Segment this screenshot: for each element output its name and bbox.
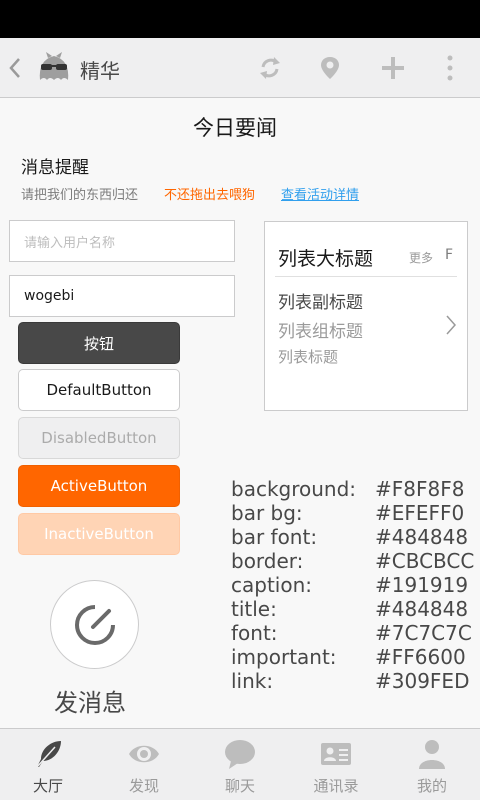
title-bar: 精华	[0, 38, 480, 98]
compose-label: 发消息	[54, 689, 126, 717]
list-card[interactable]: 列表大标题 更多 F 列表副标题 列表组标题 列表标题	[264, 221, 468, 411]
color-key: link:	[231, 669, 274, 693]
feather-icon	[36, 741, 61, 768]
location-icon[interactable]	[316, 54, 344, 82]
bottom-tab-bar: 大厅 发现 聊天 通讯录 我的	[0, 728, 480, 800]
color-key: border:	[231, 549, 304, 573]
default-button[interactable]: DefaultButton	[18, 369, 180, 411]
status-bar	[0, 0, 480, 38]
contact-card-icon	[321, 743, 351, 765]
color-value: #191919	[375, 573, 469, 597]
refresh-icon[interactable]	[256, 54, 284, 82]
tab-chat-bubble[interactable]: 聊天	[192, 729, 288, 800]
section-heading: 今日要闻	[193, 116, 277, 140]
tab-label: 大厅	[32, 777, 63, 795]
disabled-button: DisabledButton	[18, 417, 180, 459]
tab-label: 通讯录	[313, 777, 359, 795]
color-value: #CBCBCC	[375, 549, 475, 573]
color-value: #EFEFF0	[375, 501, 465, 525]
tab-contact-card[interactable]: 通讯录	[288, 729, 384, 800]
color-value: #F8F8F8	[375, 477, 465, 501]
user-icon	[419, 740, 445, 769]
color-value: #7C7C7C	[375, 621, 472, 645]
more-vertical-icon[interactable]	[436, 54, 464, 82]
active-button[interactable]: ActiveButton	[18, 465, 180, 507]
color-row: bar bg: #EFEFF0	[231, 501, 480, 525]
notice-important-text: 不还拖出去喂狗	[164, 188, 256, 203]
color-row: important: #FF6600	[231, 645, 480, 669]
color-value: #309FED	[375, 669, 470, 693]
list-group-title: 列表组标题	[278, 322, 363, 342]
color-row: border: #CBCBCC	[231, 549, 480, 573]
chevron-right-icon	[446, 315, 457, 335]
list-sub-title: 列表副标题	[278, 293, 363, 313]
color-value: #FF6600	[375, 645, 466, 669]
more-letter: F	[445, 247, 454, 263]
tab-eye[interactable]: 发现	[96, 729, 192, 800]
text-input[interactable]: wogebi	[9, 275, 235, 317]
activity-details-link[interactable]: 查看活动详情	[281, 184, 359, 203]
color-table: background: #F8F8F8 bar bg: #EFEFF0 bar font…	[231, 477, 480, 693]
chat-bubble-icon	[225, 740, 255, 769]
color-key: title:	[231, 597, 277, 621]
color-row: font: #7C7C7C	[231, 621, 480, 645]
color-key: bar font:	[231, 525, 318, 549]
ghost-sunglasses-icon[interactable]	[34, 50, 74, 86]
color-key: background:	[231, 477, 357, 501]
list-item-title: 列表标题	[278, 348, 339, 366]
color-key: font:	[231, 621, 278, 645]
divider	[275, 276, 457, 277]
compose-button[interactable]	[50, 580, 139, 669]
tab-user[interactable]: 我的	[384, 729, 480, 800]
notice-title: 消息提醒	[21, 158, 89, 178]
page-title: 精华	[80, 59, 120, 83]
username-input[interactable]: 请输入用户名称	[9, 220, 235, 262]
color-key: bar bg:	[231, 501, 303, 525]
color-key: important:	[231, 645, 337, 669]
tab-label: 聊天	[224, 777, 255, 795]
chevron-left-icon[interactable]	[4, 52, 26, 84]
color-row: title: #484848	[231, 597, 480, 621]
color-row: caption: #191919	[231, 573, 480, 597]
color-value: #484848	[375, 525, 469, 549]
eye-icon	[129, 745, 159, 763]
tab-label: 我的	[416, 777, 447, 795]
primary-button[interactable]: 按钮	[18, 322, 180, 364]
color-row: background: #F8F8F8	[231, 477, 480, 501]
tab-feather[interactable]: 大厅	[0, 729, 96, 800]
color-value: #484848	[375, 597, 469, 621]
inactive-button: InactiveButton	[18, 513, 180, 555]
notice-text: 请把我们的东西归还	[21, 188, 139, 203]
color-row: link: #309FED	[231, 669, 480, 693]
list-big-title: 列表大标题	[278, 248, 374, 270]
compose-icon	[75, 605, 115, 645]
add-icon[interactable]	[379, 54, 407, 82]
color-key: caption:	[231, 573, 312, 597]
more-link[interactable]: 更多	[409, 249, 433, 266]
color-row: bar font: #484848	[231, 525, 480, 549]
tab-label: 发现	[128, 777, 159, 795]
